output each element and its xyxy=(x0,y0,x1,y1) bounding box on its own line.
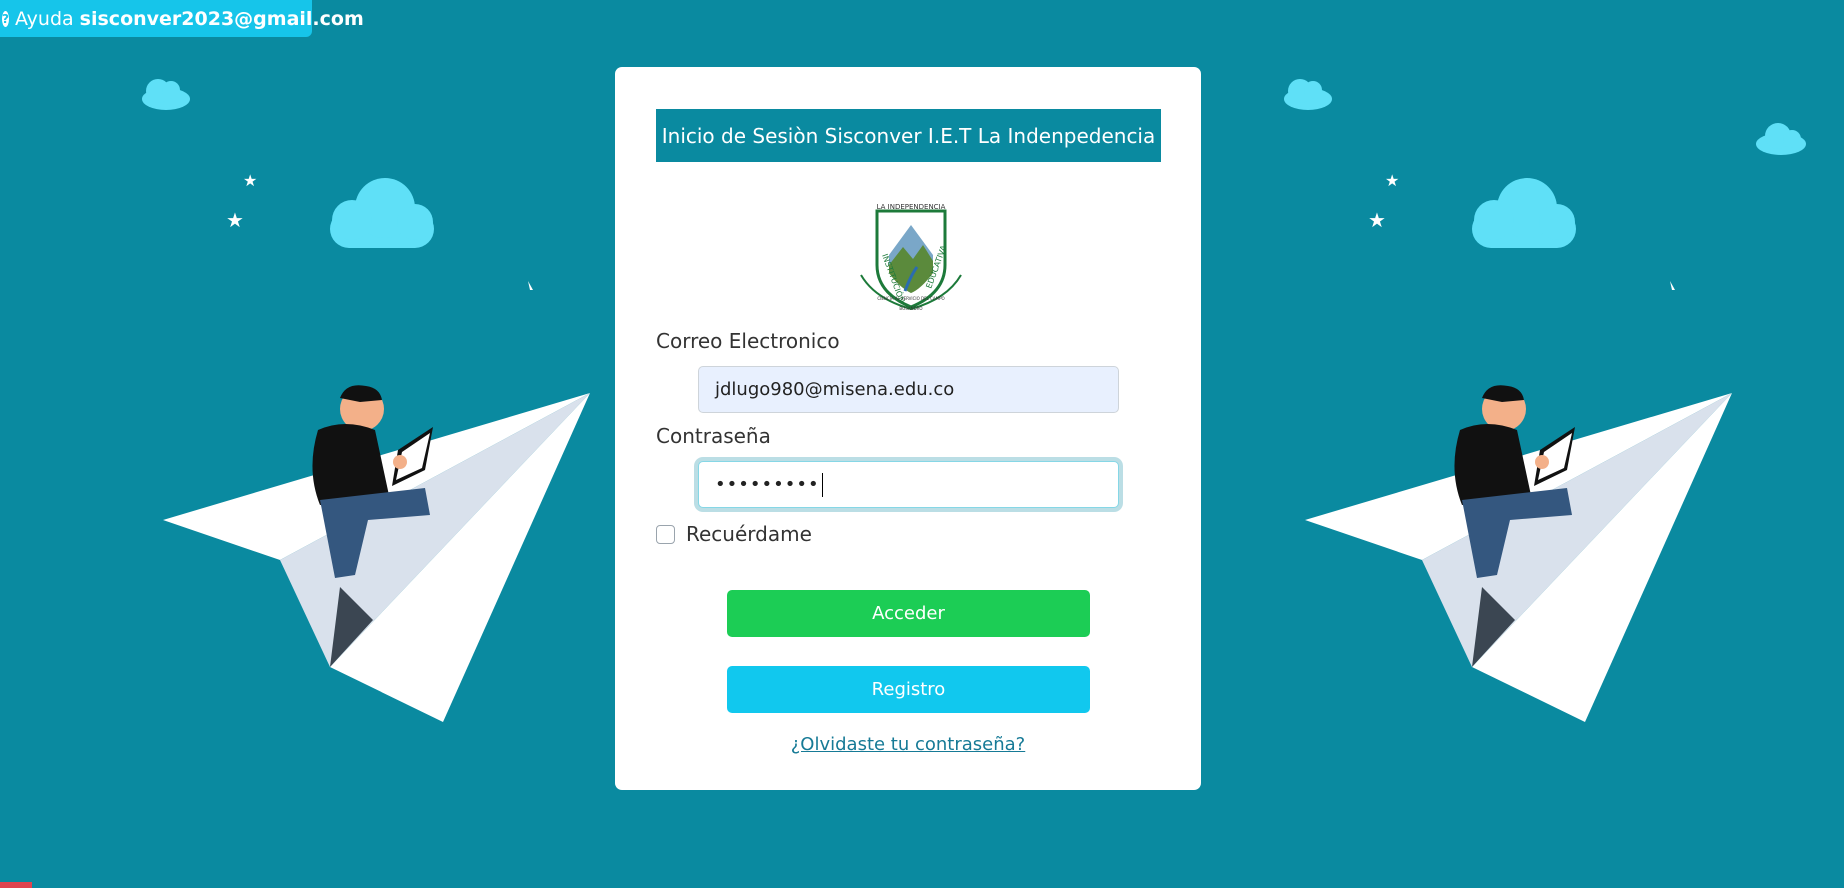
remember-checkbox[interactable] xyxy=(656,524,675,544)
corner-indicator xyxy=(0,882,32,888)
forgot-password-link[interactable]: ¿Olvidaste tu contraseña? xyxy=(615,734,1201,755)
background-illustration-right: ★ ★ xyxy=(1284,79,1806,722)
svg-text:BOSANDRO: BOSANDRO xyxy=(899,306,922,311)
email-value: jdlugo980@misena.edu.co xyxy=(715,379,955,400)
register-button[interactable]: Registro xyxy=(727,666,1090,713)
cloud-icon xyxy=(1284,79,1332,110)
password-label: Contraseña xyxy=(656,424,771,448)
remember-label: Recuérdame xyxy=(686,522,812,546)
remember-me[interactable]: Recuérdame xyxy=(656,522,812,546)
text-caret xyxy=(821,472,823,497)
school-crest-logo: LA INDEPENDENCIA INSTITUCIÓN EDUCATIVA C… xyxy=(860,203,962,311)
login-button[interactable]: Acceder xyxy=(727,590,1090,637)
login-title: Inicio de Sesiòn Sisconver I.E.T La Inde… xyxy=(656,109,1161,162)
login-card: Inicio de Sesiòn Sisconver I.E.T La Inde… xyxy=(615,67,1201,790)
question-circle-icon: ? xyxy=(2,10,9,27)
email-input[interactable]: jdlugo980@misena.edu.co xyxy=(698,366,1119,413)
help-bar[interactable]: ? Ayuda sisconver2023@gmail.com xyxy=(0,0,364,37)
svg-text:LA INDEPENDENCIA: LA INDEPENDENCIA xyxy=(877,203,946,211)
cloud-icon xyxy=(1472,178,1576,248)
star-icon: ★ xyxy=(1368,208,1386,232)
cloud-icon xyxy=(142,79,190,110)
star-icon: ★ xyxy=(243,171,257,190)
star-icon: ★ xyxy=(1385,171,1399,190)
password-value: ••••••••• xyxy=(715,474,820,495)
email-label: Correo Electronico xyxy=(656,329,840,353)
password-input[interactable]: ••••••••• xyxy=(698,461,1119,508)
svg-text:CIENCIA AL SERVICIO DEL CAMPO: CIENCIA AL SERVICIO DEL CAMPO xyxy=(877,296,944,301)
help-email[interactable]: sisconver2023@gmail.com xyxy=(80,8,364,30)
cloud-icon xyxy=(330,178,434,248)
star-icon: ★ xyxy=(226,208,244,232)
help-label: Ayuda xyxy=(14,7,74,30)
cloud-icon xyxy=(1756,123,1806,155)
